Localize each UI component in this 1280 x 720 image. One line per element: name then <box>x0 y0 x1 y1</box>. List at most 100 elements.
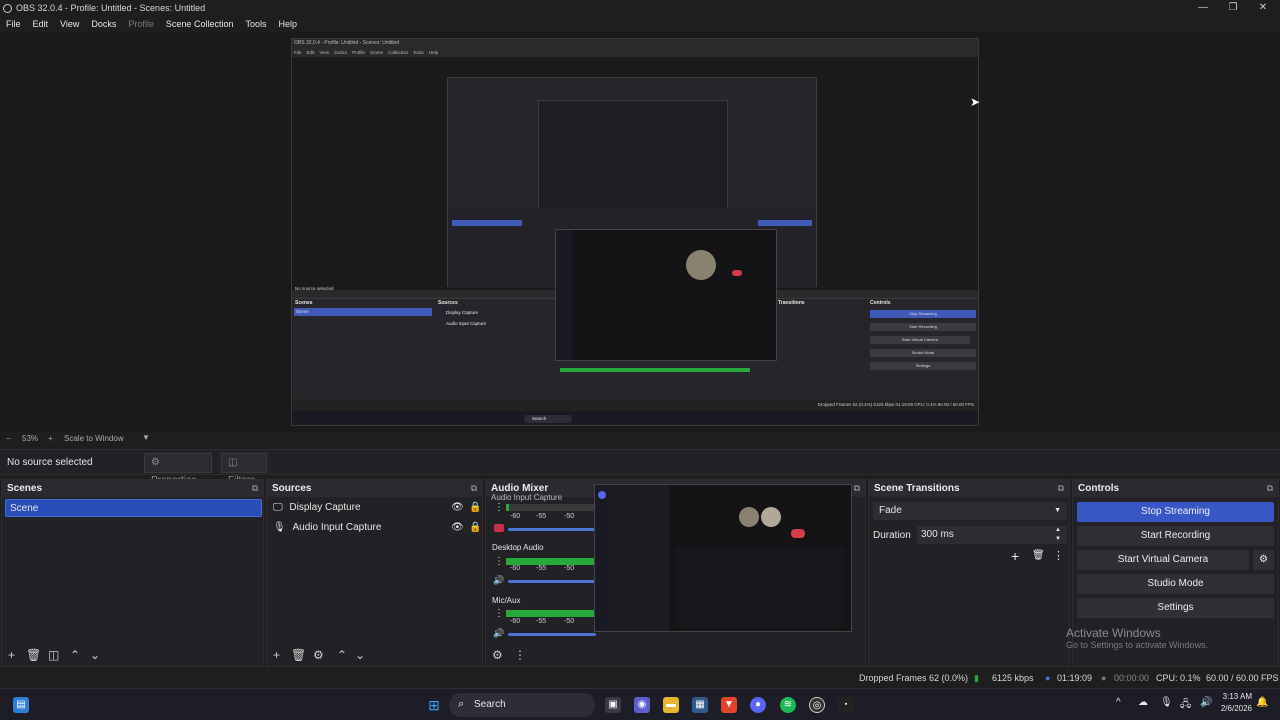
scene-item[interactable]: Scene <box>5 499 262 517</box>
kebab-icon[interactable]: ⋮ <box>494 502 504 513</box>
stop-streaming-button[interactable]: Stop Streaming <box>1077 502 1274 522</box>
speaker-icon[interactable]: 🔊 <box>493 575 504 586</box>
minimize-button[interactable]: — <box>1188 0 1218 16</box>
mic-tray-icon[interactable]: 🎙 <box>1160 697 1173 708</box>
widgets-icon[interactable]: ▤ <box>13 697 29 713</box>
scenes-header: Scenes ⧉ <box>2 480 263 497</box>
scale-dropdown-icon[interactable]: ▼ <box>142 433 150 442</box>
kebab-icon[interactable]: ⋮ <box>494 608 504 619</box>
windows-start-icon[interactable]: ⊞ <box>426 697 442 713</box>
undock-icon[interactable]: ⧉ <box>252 480 258 497</box>
chevron-down-icon: ▼ <box>1054 507 1061 514</box>
undock-icon[interactable]: ⧉ <box>854 480 860 497</box>
nested-btn4: Studio Mode <box>870 349 976 357</box>
channel-name: Audio Input Capture <box>491 493 563 502</box>
start-virtual-camera-button[interactable]: Start Virtual Camera <box>1077 550 1249 570</box>
stepper-arrows-icon[interactable]: ▲ ▼ <box>1055 526 1061 544</box>
discord-icon[interactable]: ● <box>750 697 766 713</box>
speaker-icon[interactable]: 🔊 <box>493 628 504 639</box>
settings-button[interactable]: Settings <box>1077 598 1274 618</box>
source-item-display-capture[interactable]: 🖵 Display Capture 👁 🔒 <box>273 499 481 517</box>
nested-scene-item: Scene <box>294 308 432 316</box>
menu-view[interactable]: View <box>54 19 85 29</box>
volume-slider[interactable] <box>508 633 596 636</box>
eye-icon[interactable]: 👁 <box>451 519 464 537</box>
add-transition-icon[interactable]: + <box>1011 548 1019 564</box>
menu-tools[interactable]: Tools <box>239 19 272 29</box>
obs-logo-icon <box>3 3 12 13</box>
scale-mode[interactable]: Scale to Window <box>64 434 124 443</box>
studio-mode-button[interactable]: Studio Mode <box>1077 574 1274 594</box>
kebab-icon[interactable]: ⋮ <box>494 556 504 567</box>
store-icon[interactable]: ▦ <box>692 697 708 713</box>
start-recording-button[interactable]: Start Recording <box>1077 526 1274 546</box>
meter-tick: -55 <box>536 565 547 572</box>
move-up-icon[interactable]: ⌃ <box>337 648 347 662</box>
window-title: OBS 32.0.4 - Profile: Untitled - Scenes:… <box>16 3 206 13</box>
watermark-line1: Activate Windows <box>1066 626 1161 640</box>
muted-speaker-icon[interactable] <box>494 524 504 532</box>
menu-edit[interactable]: Edit <box>27 19 55 29</box>
zoom-in-button[interactable]: + <box>48 434 53 443</box>
spotify-icon[interactable]: ≋ <box>780 697 796 713</box>
undock-icon[interactable]: ⧉ <box>471 480 477 497</box>
add-scene-icon[interactable]: + <box>8 648 15 662</box>
menu-docks[interactable]: Docks <box>85 19 122 29</box>
move-up-icon[interactable]: ⌃ <box>70 648 80 662</box>
scenes-dock: Scenes ⧉ Scene + 🗑 ◫ ⌃ ⌄ <box>1 479 264 667</box>
remove-source-icon[interactable]: 🗑 <box>291 648 306 662</box>
scene-transitions-header: Scene Transitions ⧉ <box>869 480 1069 497</box>
transition-menu-icon[interactable]: ⋮ <box>1053 549 1064 562</box>
lock-icon[interactable]: 🔒 <box>469 519 481 537</box>
menu-profile[interactable]: Profile <box>122 19 160 29</box>
nested-src1: Display Capture <box>446 310 479 315</box>
mixer-settings-icon[interactable]: ⚙ <box>492 648 503 662</box>
mixer-menu-icon[interactable]: ⋮ <box>514 648 526 662</box>
transition-type-value: Fade <box>879 505 902 516</box>
menu-file[interactable]: File <box>0 19 27 29</box>
overlay-messages <box>675 547 845 627</box>
scene-filters-icon[interactable]: ◫ <box>48 648 59 662</box>
file-explorer-icon[interactable]: ▬ <box>663 697 679 713</box>
eye-icon[interactable]: 👁 <box>451 499 464 517</box>
volume-meter <box>506 558 596 565</box>
maximize-button[interactable]: ❐ <box>1218 0 1248 16</box>
filters-button[interactable]: ◫ Filters <box>221 453 267 486</box>
undock-icon[interactable]: ⧉ <box>1058 480 1064 497</box>
taskbar-search[interactable]: ⌕ Search <box>449 693 595 717</box>
source-properties-icon[interactable]: ⚙ <box>313 648 324 662</box>
chevron-up-icon[interactable]: ^ <box>1116 697 1121 708</box>
close-button[interactable]: ✕ <box>1248 0 1278 16</box>
teams-icon[interactable]: ◉ <box>634 697 650 713</box>
volume-icon[interactable]: 🔊 <box>1200 697 1212 708</box>
menu-scene-collection[interactable]: Scene Collection <box>160 19 240 29</box>
properties-button[interactable]: ⚙ Properties <box>144 453 212 486</box>
volume-meter <box>506 610 596 617</box>
task-view-icon[interactable]: ▣ <box>605 697 621 713</box>
clock-time[interactable]: 3:13 AM <box>1218 692 1252 701</box>
move-down-icon[interactable]: ⌄ <box>90 648 100 662</box>
obs-taskbar-icon[interactable]: ◎ <box>809 697 825 713</box>
transition-type-select[interactable]: Fade ▼ <box>873 502 1067 520</box>
cloud-icon[interactable]: ☁ <box>1138 697 1148 708</box>
move-down-icon[interactable]: ⌄ <box>355 648 365 662</box>
remove-transition-icon[interactable]: 🗑 <box>1032 550 1045 561</box>
notification-bell-icon[interactable]: 🔔 <box>1256 697 1268 708</box>
network-icon[interactable]: 🖧 <box>1180 697 1191 714</box>
brave-icon[interactable]: ▼ <box>721 697 737 713</box>
app-taskbar-icon[interactable]: ▪ <box>838 697 854 713</box>
lock-icon[interactable]: 🔒 <box>469 499 481 517</box>
duration-stepper[interactable]: 300 ms ▲ ▼ <box>917 526 1067 544</box>
menu-help[interactable]: Help <box>272 19 303 29</box>
clock-date[interactable]: 2/6/2026 <box>1214 704 1252 713</box>
add-source-icon[interactable]: + <box>273 648 280 662</box>
volume-slider[interactable] <box>508 528 596 531</box>
virtual-camera-settings-button[interactable]: ⚙ <box>1253 550 1274 570</box>
undock-icon[interactable]: ⧉ <box>1267 480 1273 497</box>
volume-slider[interactable] <box>508 580 596 583</box>
source-item-audio-input[interactable]: 🎙 Audio Input Capture 👁 🔒 <box>273 519 481 537</box>
remove-scene-icon[interactable]: 🗑 <box>26 648 41 662</box>
zoom-out-button[interactable]: − <box>6 434 11 443</box>
overlay-call-window <box>594 484 852 632</box>
gear-icon: ⚙ <box>1259 554 1268 565</box>
